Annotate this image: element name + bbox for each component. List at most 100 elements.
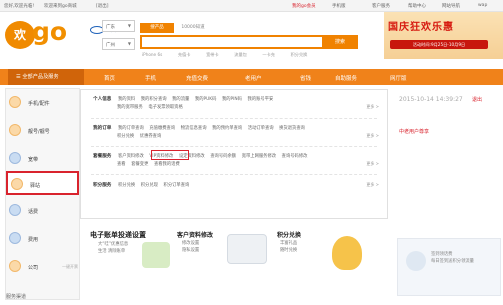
gift-icon [406, 251, 426, 271]
dropdown-link[interactable]: 宽带上网服务修改 [242, 154, 276, 159]
right-column: 2015-10-14 14:39:27 退出 中老用户尊享 签到领话费 每日签到… [395, 88, 503, 298]
dropdown-link[interactable]: 查询号码余额 [210, 154, 236, 159]
dropdown-link[interactable]: 积分兑换 [118, 183, 135, 188]
old-user-promo-link[interactable]: 中老用户尊享 [399, 128, 429, 135]
sign-in-promo[interactable]: 签到领话费 每日签到送积分领流量 [397, 238, 501, 296]
current-datetime: 2015-10-14 14:39:27 [399, 96, 463, 103]
promo-title[interactable]: 客户资料修改 [177, 230, 213, 239]
help-link[interactable]: 帮助中心 [408, 3, 426, 9]
sidebar-item-label: 宽带 [28, 157, 39, 163]
dropdown-row-head: 我的订单 [93, 126, 112, 131]
right-exit-link[interactable]: 退出 [472, 96, 482, 103]
dropdown-link[interactable]: 物流信息查询 [181, 126, 207, 131]
nav-self-service[interactable]: 自助服务 [335, 74, 357, 82]
promo-line: 大“哇”优惠信息 [98, 242, 129, 247]
my-go-link[interactable]: 我的go会员 [292, 3, 316, 9]
dropdown-link[interactable]: 我的宽带服务 [117, 105, 143, 110]
province-value: 广东 [106, 25, 115, 30]
top-bar: 您好,欢迎光临! 欢迎来到go商城 [退出] 我的go会员 手机版 客户服务 帮… [0, 0, 503, 12]
service-link[interactable]: 客户服务 [372, 3, 390, 9]
more-link[interactable]: 更多 > [366, 104, 379, 110]
dropdown-link[interactable]: 套餐变更 [131, 162, 148, 167]
dropdown-row-personal: 个人信息 我的资料 我的积分查询 我的流量 我的PUK码 我的PIN码 我的账号… [93, 96, 277, 102]
dropdown-link[interactable]: 积分兑换 [117, 134, 134, 139]
sidebar-item-broadband[interactable]: 宽带 [6, 147, 79, 171]
nav-web-hall[interactable]: 网厅版 [390, 74, 407, 82]
dropdown-link[interactable]: 换货退货查询 [279, 126, 305, 131]
dropdown-row-head: 套餐服务 [93, 154, 112, 159]
dropdown-link[interactable]: 查看 [117, 162, 126, 167]
hot-keywords: iPhone 6s 充值卡 宽带卡 流量包 一卡充 积分兑换 [142, 52, 321, 58]
nav-home[interactable]: 首页 [104, 74, 115, 82]
dropdown-link[interactable]: 电子发票领取资格 [148, 105, 182, 110]
nav-old-users[interactable]: 老用户 [245, 74, 262, 82]
nav-recharge[interactable]: 充值交费 [186, 74, 208, 82]
hot-keyword[interactable]: 积分兑换 [291, 52, 308, 57]
site-logo[interactable]: 欢 go [3, 15, 75, 55]
promo-banner[interactable]: 国庆狂欢乐惠 活动时间:9月25日-10月9日 [384, 12, 503, 59]
promo-line: 随时兑换 [280, 248, 298, 253]
promo-title[interactable]: 电子账单投递设置 [90, 230, 146, 240]
dropdown-link[interactable]: 优惠券查询 [140, 134, 161, 139]
dropdown-link[interactable]: 查询号码修改 [282, 154, 308, 159]
nav-phones[interactable]: 手机 [145, 74, 156, 82]
promo-section: 电子账单投递设置 大“哇”优惠信息 生活 清除账单 客户资料修改 修改设置 隐私… [82, 228, 412, 298]
hot-keyword[interactable]: 充值卡 [178, 52, 191, 57]
sidebar-item-phones[interactable]: 手机/配件 [6, 91, 79, 115]
sidebar-item-fees[interactable]: 费用 [6, 227, 79, 251]
sidebar-item-numbers[interactable]: 靓号/靓号 [6, 119, 79, 143]
dropdown-link[interactable]: 客户资料修改 [118, 154, 144, 159]
tab-10000-know[interactable]: 10000知道 [176, 23, 210, 33]
dropdown-link[interactable]: 我的账号平安 [248, 97, 274, 102]
nav-save[interactable]: 省钱 [300, 74, 311, 82]
station-icon [11, 178, 23, 190]
search-input[interactable] [140, 35, 325, 49]
site-nav-link[interactable]: 网站导航 [442, 3, 460, 9]
all-categories-button[interactable]: ☰ 全部产品及服务 [8, 69, 84, 85]
city-value: 广州 [106, 43, 115, 48]
dropdown-link[interactable]: 查看我的话费 [154, 162, 180, 167]
sign-in-text: 签到领话费 每日签到送积分领流量 [431, 251, 474, 265]
sidebar-item-calls[interactable]: 话费 [6, 199, 79, 223]
tab-search-products[interactable]: 搜产品 [140, 23, 174, 33]
hot-keyword[interactable]: 流量包 [234, 52, 247, 57]
dropdown-link[interactable]: 我的资料 [118, 97, 135, 102]
mobile-version-link[interactable]: 手机版 [332, 3, 346, 9]
sign-in-title: 签到领话费 [431, 252, 453, 257]
dropdown-link[interactable]: 我的PIN码 [222, 97, 242, 102]
dropdown-link[interactable]: 我的流量 [172, 97, 189, 102]
more-link[interactable]: 更多 > [366, 133, 379, 139]
dropdown-link[interactable]: 我的PUK码 [195, 97, 216, 102]
dropdown-link[interactable]: 活动订单查询 [248, 126, 274, 131]
wap-link[interactable]: wap [478, 3, 487, 8]
dropdown-row-plan: 套餐服务 客户资料修改 VIP资料修改 设定资料修改 查询号码余额 宽带上网服务… [93, 153, 311, 159]
more-link[interactable]: 更多 > [366, 161, 379, 167]
search-button[interactable]: 搜索 [322, 35, 358, 49]
more-link[interactable]: 更多 > [366, 182, 379, 188]
self-service-dropdown: 个人信息 我的资料 我的积分查询 我的流量 我的PUK码 我的PIN码 我的账号… [80, 89, 388, 219]
plant-illustration-icon [142, 242, 170, 268]
dropdown-link[interactable]: 我的预约单查询 [212, 126, 242, 131]
sidebar-item-label: 公司 [28, 265, 39, 271]
fees-icon [9, 232, 21, 244]
dropdown-link[interactable]: 积分兑现 [141, 183, 158, 188]
logout-link[interactable]: [退出] [96, 3, 109, 9]
sidebar-item-station[interactable]: 驿站 [6, 171, 79, 195]
dropdown-row-plan-extra: 查看 套餐变更 查看我的话费 [117, 161, 184, 167]
hot-keyword[interactable]: iPhone 6s [142, 52, 162, 57]
hot-keyword[interactable]: 宽带卡 [206, 52, 219, 57]
city-select[interactable]: 广州 ▼ [102, 38, 135, 50]
province-select[interactable]: 广东 ▼ [102, 20, 135, 32]
sidebar-item-company[interactable]: 公司 一键开票 [6, 255, 79, 279]
chevron-down-icon: ▼ [127, 23, 131, 28]
dropdown-link[interactable]: 我的订单查询 [118, 126, 144, 131]
money-bag-illustration-icon [332, 236, 362, 270]
login-prompt-link[interactable]: 欢迎来到go商城 [44, 3, 77, 9]
promo-title[interactable]: 积分兑换 [277, 230, 301, 239]
sidebar-item-sub[interactable]: 一键开票 [62, 264, 78, 270]
divider [91, 146, 377, 147]
dropdown-link[interactable]: 积分订单查询 [164, 183, 190, 188]
dropdown-link[interactable]: 充值缴费查询 [149, 126, 175, 131]
dropdown-link[interactable]: 我的积分查询 [141, 97, 167, 102]
hot-keyword[interactable]: 一卡充 [262, 52, 275, 57]
